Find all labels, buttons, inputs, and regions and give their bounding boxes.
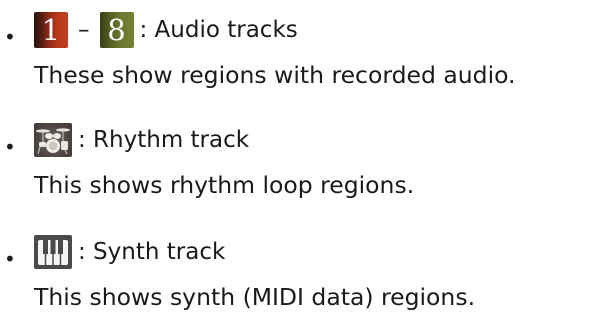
range-separator: –: [78, 17, 90, 43]
track-8-icon: 8: [99, 12, 134, 48]
bullet: •: [4, 247, 16, 271]
piano-keys-icon: [34, 235, 72, 269]
item-description: This shows rhythm loop regions.: [34, 171, 415, 199]
item-label: : Audio tracks: [139, 17, 298, 43]
item-description: These show regions with recorded audio.: [34, 61, 516, 89]
item-description: This shows synth (MIDI data) regions.: [34, 283, 476, 311]
bullet: •: [4, 25, 16, 49]
item-label: : Rhythm track: [78, 127, 250, 153]
drum-kit-icon: [34, 123, 72, 157]
bullet: •: [4, 135, 16, 159]
item-label: : Synth track: [78, 239, 226, 265]
track-1-icon: 1: [34, 12, 68, 48]
